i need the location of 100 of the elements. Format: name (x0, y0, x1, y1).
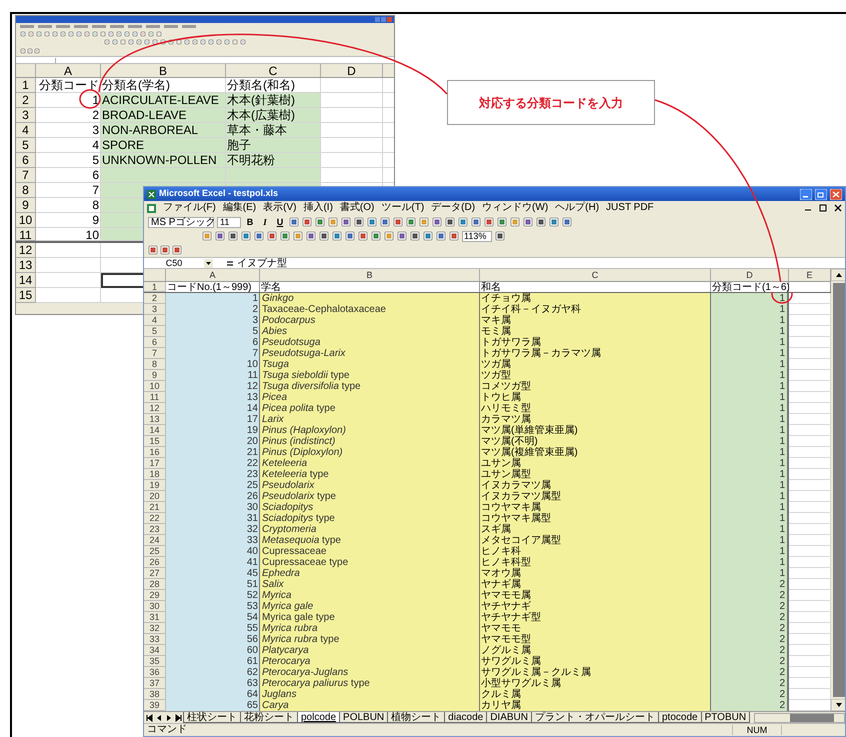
toolbar-icon[interactable] (156, 31, 162, 37)
menu-item[interactable]: 挿入(I) (303, 202, 333, 214)
toolbar-icon[interactable] (128, 39, 134, 45)
toolbar-icon[interactable] (168, 39, 174, 45)
menu-item[interactable]: 表示(V) (263, 202, 296, 214)
row-header[interactable]: 12 (16, 243, 36, 258)
menu-item[interactable]: ウィンドウ(W) (482, 202, 548, 214)
sheet-tab[interactable]: diacode (444, 712, 488, 723)
menu-item[interactable]: 書式(O) (340, 202, 374, 214)
first-sheet-icon[interactable] (145, 714, 153, 722)
toolbar-icon[interactable] (34, 48, 40, 54)
sheet-tab[interactable]: 花粉シート (240, 712, 298, 723)
spreadsheet-app-icon[interactable] (147, 190, 156, 198)
sheet-tab[interactable]: 植物シート (387, 712, 446, 723)
toolbar-icon[interactable] (140, 31, 146, 37)
toolbar-icon[interactable] (132, 31, 138, 37)
toolbar-icon[interactable] (200, 39, 206, 45)
menu-item[interactable]: ツール(T) (381, 202, 424, 214)
row-header[interactable]: 14 (16, 273, 36, 288)
column-header[interactable]: B (101, 64, 226, 77)
toolbar-icon[interactable] (36, 31, 42, 37)
sheet-tab[interactable]: 柱状シート (183, 712, 241, 723)
menu-item[interactable]: ファイル(F) (163, 202, 216, 214)
toolbar-icon[interactable] (120, 39, 126, 45)
previous-sheet-icon[interactable] (155, 714, 163, 722)
sheet-tab[interactable]: ptocode (658, 712, 702, 723)
toolbar-icon[interactable] (160, 39, 166, 45)
menu-item[interactable]: JUST PDF (606, 202, 654, 214)
toolbar-icon[interactable] (144, 39, 150, 45)
toolbar-icon[interactable] (124, 31, 130, 37)
row-header[interactable]: 6 (16, 153, 36, 168)
toolbar-icon[interactable] (184, 39, 190, 45)
toolbar-icon[interactable] (152, 39, 158, 45)
toolbar-icon[interactable] (216, 39, 222, 45)
toolbar-icon[interactable] (92, 31, 98, 37)
toolbar-icon[interactable] (20, 31, 26, 37)
next-sheet-icon[interactable] (165, 714, 173, 722)
toolbar-icon[interactable] (20, 48, 26, 54)
toolbar-icon[interactable] (192, 39, 198, 45)
toolbar-icon[interactable] (76, 31, 82, 37)
toolbar-icon[interactable] (136, 39, 142, 45)
toolbar-icon[interactable] (52, 31, 58, 37)
formula-field[interactable]: イヌブナ型 (237, 258, 287, 268)
toolbar-icon[interactable] (240, 39, 246, 45)
format-button[interactable]: U (274, 216, 286, 228)
spreadsheet-doc-icon[interactable] (147, 204, 156, 212)
menu-item[interactable]: データ(D) (431, 202, 476, 214)
vertical-scrollbar[interactable] (831, 269, 845, 711)
row-header[interactable]: 7 (16, 168, 36, 183)
toolbar-icon[interactable] (112, 39, 118, 45)
restore-icon[interactable] (819, 204, 827, 212)
toolbar-icon[interactable] (208, 39, 214, 45)
close-icon[interactable] (834, 204, 842, 212)
toolbar-icon[interactable] (84, 31, 90, 37)
column-header[interactable]: A (36, 64, 101, 77)
scroll-up-icon[interactable] (831, 269, 845, 281)
row-header[interactable]: 5 (16, 138, 36, 153)
row-header[interactable]: 8 (16, 183, 36, 198)
scrollbar-thumb[interactable] (833, 283, 845, 697)
name-box[interactable]: C50 (144, 258, 204, 268)
equals-icon[interactable] (227, 260, 233, 266)
column-header[interactable]: C (480, 269, 711, 281)
sheet-tab[interactable]: POLBUN (339, 712, 388, 723)
size-dropdown[interactable]: 11 (217, 216, 241, 228)
toolbar-icon[interactable] (100, 31, 106, 37)
sheet-tab[interactable]: DIABUN (486, 712, 532, 723)
column-header[interactable]: B (260, 269, 480, 281)
toolbar-icon[interactable] (27, 48, 33, 54)
column-header[interactable]: A (166, 269, 260, 281)
row-header[interactable]: 13 (16, 258, 36, 273)
toolbar-icon[interactable] (224, 39, 230, 45)
row-header[interactable]: 1 (16, 78, 36, 93)
toolbar-icon[interactable] (68, 31, 74, 37)
toolbar-icon[interactable] (232, 39, 238, 45)
toolbar-icon[interactable] (104, 39, 110, 45)
row-header[interactable]: 9 (16, 198, 36, 213)
scrollbar-thumb[interactable] (790, 714, 834, 722)
toolbar-icon[interactable] (108, 31, 114, 37)
format-button[interactable]: B (244, 216, 256, 228)
toolbar-icon[interactable] (44, 31, 50, 37)
column-header[interactable]: D (711, 269, 789, 281)
sheet-tab[interactable]: プラント・オパールシート (530, 712, 659, 723)
toolbar-icon[interactable] (116, 31, 122, 37)
row-header[interactable]: 3 (16, 108, 36, 123)
column-header[interactable]: C (226, 64, 321, 77)
row-header[interactable]: 11 (16, 228, 36, 241)
zoom-dropdown[interactable]: 113% (462, 230, 492, 242)
row-header[interactable]: 2 (16, 93, 36, 108)
dropdown-arrow-icon[interactable] (204, 258, 213, 268)
row-header[interactable]: 4 (16, 123, 36, 138)
scroll-down-icon[interactable] (831, 699, 845, 711)
format-button[interactable]: I (259, 216, 271, 228)
toolbar-icon[interactable] (176, 39, 182, 45)
toolbar-icon[interactable] (28, 31, 34, 37)
toolbar-icon[interactable] (60, 31, 66, 37)
font-dropdown[interactable]: MS Pゴシック (148, 216, 214, 228)
row-header[interactable]: 15 (16, 288, 36, 303)
last-sheet-icon[interactable] (175, 714, 183, 722)
menu-item[interactable]: 編集(E) (222, 202, 256, 214)
toolbar-icon[interactable] (148, 31, 154, 37)
